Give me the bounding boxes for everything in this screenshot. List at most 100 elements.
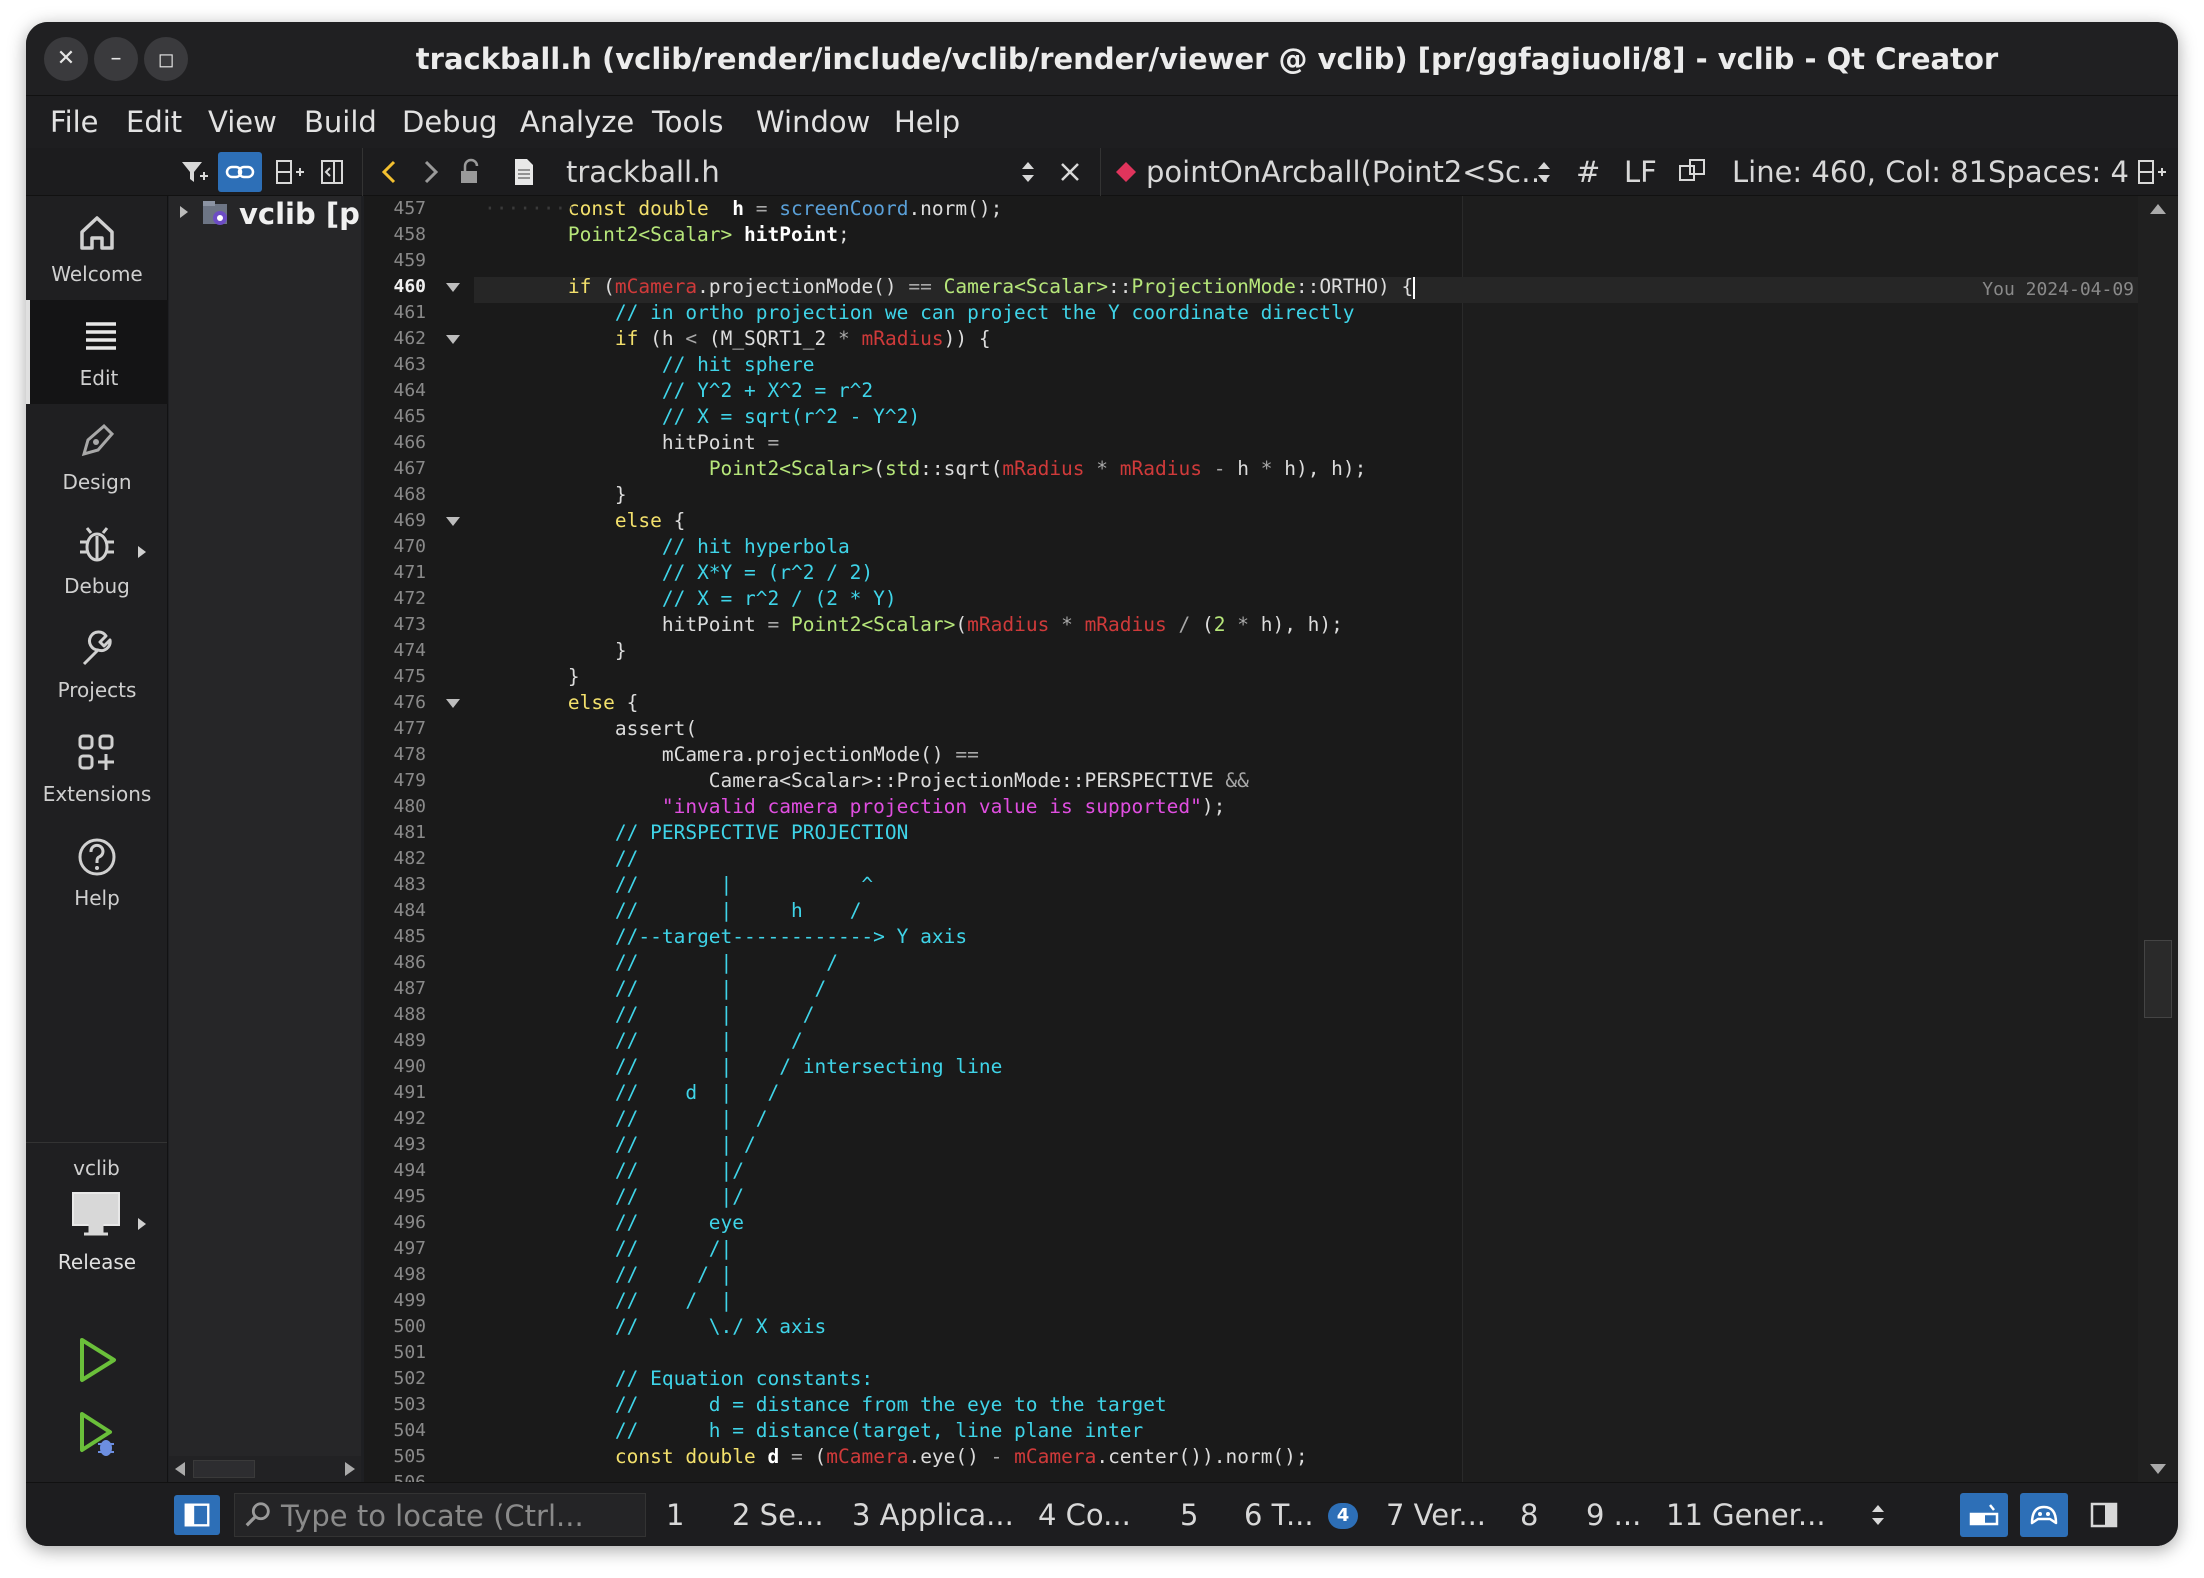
line-number[interactable]: 503 (364, 1392, 426, 1418)
menu-window[interactable]: Window (756, 96, 870, 148)
project-root-item[interactable]: vclib [pr (239, 196, 361, 232)
pane-tab-3[interactable]: 3 Applica... (852, 1483, 1014, 1546)
line-number[interactable]: 484 (364, 898, 426, 924)
line-number[interactable]: 473 (364, 612, 426, 638)
line-number[interactable]: 461 (364, 300, 426, 326)
line-number[interactable]: 480 (364, 794, 426, 820)
run-icon[interactable] (76, 1336, 120, 1384)
debug-run-icon[interactable] (76, 1410, 120, 1462)
line-number[interactable]: 466 (364, 430, 426, 456)
line-number[interactable]: 497 (364, 1236, 426, 1262)
line-number[interactable]: 471 (364, 560, 426, 586)
scroll-thumb[interactable] (2144, 940, 2172, 1018)
close-file-icon[interactable] (1054, 156, 1086, 188)
menu-help[interactable]: Help (894, 96, 960, 148)
line-number[interactable]: 493 (364, 1132, 426, 1158)
scroll-left-icon[interactable] (175, 1462, 185, 1476)
line-number[interactable]: 500 (364, 1314, 426, 1340)
indent-setting[interactable]: Spaces: 4 (1988, 148, 2129, 196)
scroll-up-icon[interactable] (2150, 204, 2166, 214)
mode-projects[interactable]: Projects (26, 612, 168, 716)
line-number[interactable]: 491 (364, 1080, 426, 1106)
line-number[interactable]: 465 (364, 404, 426, 430)
line-number[interactable]: 504 (364, 1418, 426, 1444)
file-dropdown-icon[interactable] (1012, 156, 1044, 188)
menu-edit[interactable]: Edit (126, 96, 182, 148)
line-ending[interactable]: LF (1624, 148, 1657, 196)
right-sidebar-icon[interactable] (2088, 1499, 2120, 1531)
link-toggle-button[interactable] (218, 152, 262, 192)
line-number[interactable]: 499 (364, 1288, 426, 1314)
line-number[interactable]: 488 (364, 1002, 426, 1028)
menu-tools[interactable]: Tools (652, 96, 723, 148)
pane-selector-icon[interactable] (1862, 1499, 1894, 1531)
back-arrow-icon[interactable] (374, 156, 406, 188)
lock-icon[interactable] (454, 156, 486, 188)
line-number[interactable]: 457 (364, 196, 426, 222)
line-number[interactable]: 462 (364, 326, 426, 352)
close-window-button[interactable]: ✕ (44, 37, 88, 81)
pane-tab-11[interactable]: 11 Gener... (1666, 1483, 1826, 1546)
pane-tab-1[interactable]: 1 (666, 1483, 684, 1546)
line-number[interactable]: 486 (364, 950, 426, 976)
menu-build[interactable]: Build (304, 96, 377, 148)
close-sidebar-icon[interactable] (316, 156, 348, 188)
line-number[interactable]: 464 (364, 378, 426, 404)
line-number[interactable]: 477 (364, 716, 426, 742)
pane-tab-5[interactable]: 5 (1180, 1483, 1198, 1546)
progress-toggle-button[interactable] (1960, 1493, 2008, 1537)
mode-debug[interactable]: Debug (26, 508, 168, 612)
maximize-window-button[interactable]: ◻ (144, 37, 188, 81)
line-number[interactable]: 458 (364, 222, 426, 248)
line-number[interactable]: 505 (364, 1444, 426, 1470)
line-number[interactable]: 498 (364, 1262, 426, 1288)
line-number[interactable]: 460 (364, 274, 426, 300)
line-number[interactable]: 479 (364, 768, 426, 794)
hash-button[interactable]: # (1576, 148, 1600, 196)
line-number[interactable]: 495 (364, 1184, 426, 1210)
line-number[interactable]: 470 (364, 534, 426, 560)
line-number[interactable]: 463 (364, 352, 426, 378)
fold-marker-icon[interactable] (446, 335, 460, 344)
symbol-dropdown-icon[interactable] (1528, 156, 1560, 188)
line-number[interactable]: 494 (364, 1158, 426, 1184)
mode-extensions[interactable]: Extensions (26, 716, 168, 820)
symbol-selector[interactable]: pointOnArcball(Point2<Sc… (1146, 148, 1550, 196)
line-number[interactable]: 476 (364, 690, 426, 716)
minimize-window-button[interactable]: – (94, 37, 138, 81)
pane-tab-8[interactable]: 8 (1520, 1483, 1538, 1546)
vertical-scrollbar[interactable] (2138, 196, 2178, 1482)
mode-design[interactable]: Design (26, 404, 168, 508)
cursor-position[interactable]: Line: 460, Col: 81 (1732, 148, 1987, 196)
scroll-down-icon[interactable] (2150, 1464, 2166, 1474)
line-number[interactable]: 492 (364, 1106, 426, 1132)
copilot-toggle-button[interactable] (2020, 1493, 2068, 1537)
line-number[interactable]: 475 (364, 664, 426, 690)
line-number[interactable]: 485 (364, 924, 426, 950)
scroll-thumb[interactable] (193, 1460, 255, 1478)
toggle-sidebar-button[interactable] (174, 1495, 220, 1535)
pane-tab-7[interactable]: 7 Ver... (1386, 1483, 1486, 1546)
line-number[interactable]: 487 (364, 976, 426, 1002)
pane-tab-9[interactable]: 9 ... (1586, 1483, 1641, 1546)
expand-arrow-icon[interactable] (177, 204, 191, 220)
horizontal-scrollbar[interactable] (169, 1456, 361, 1482)
forward-arrow-icon[interactable] (414, 156, 446, 188)
fold-marker-icon[interactable] (446, 699, 460, 708)
line-number[interactable]: 474 (364, 638, 426, 664)
file-name[interactable]: trackball.h (566, 148, 720, 196)
line-number[interactable]: 489 (364, 1028, 426, 1054)
scroll-right-icon[interactable] (345, 1462, 355, 1476)
filter-icon[interactable] (178, 156, 210, 188)
menu-analyze[interactable]: Analyze (520, 96, 634, 148)
menu-file[interactable]: File (50, 96, 99, 148)
pane-tab-2[interactable]: 2 Se... (732, 1483, 824, 1546)
split-editor-icon[interactable] (2136, 156, 2168, 188)
line-number[interactable]: 459 (364, 248, 426, 274)
encoding-icon[interactable] (1676, 156, 1708, 188)
line-number-gutter[interactable]: 457 458 459 460 461 462 463 464 465 466 467 468 469 4… (364, 196, 474, 1493)
line-number[interactable]: 467 (364, 456, 426, 482)
fold-marker-icon[interactable] (446, 283, 460, 292)
split-icon[interactable] (274, 156, 306, 188)
line-number[interactable]: 496 (364, 1210, 426, 1236)
